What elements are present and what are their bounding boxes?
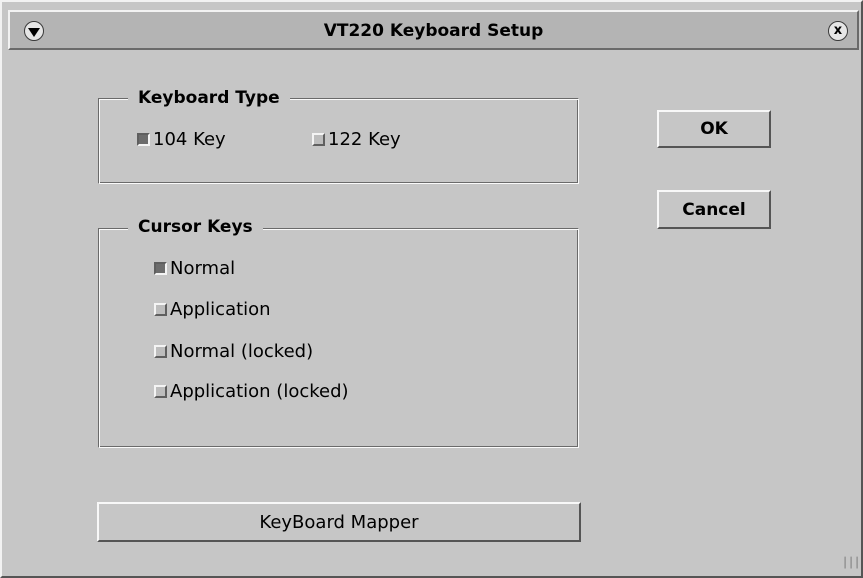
radio-122-key[interactable]: 122 Key (312, 129, 401, 150)
ok-button[interactable]: OK (657, 110, 771, 148)
option-indicator (154, 385, 167, 398)
cancel-button[interactable]: Cancel (657, 190, 771, 229)
option-indicator (154, 262, 167, 275)
dialog-window: VT220 Keyboard Setup x Keyboard Type 104… (0, 0, 863, 578)
title-bar[interactable]: VT220 Keyboard Setup x (8, 10, 859, 50)
window-title: VT220 Keyboard Setup (323, 21, 544, 41)
resize-grip[interactable]: │││ (842, 558, 860, 569)
option-label: 122 Key (328, 129, 401, 150)
option-indicator (312, 133, 325, 146)
option-label: Application (locked) (170, 381, 349, 402)
option-label: Application (170, 299, 271, 320)
close-x-icon: x (833, 23, 843, 38)
option-indicator (154, 345, 167, 358)
radio-104-key[interactable]: 104 Key (137, 129, 226, 150)
cursor-keys-label: Cursor Keys (128, 217, 263, 237)
radio-cursor-normal[interactable]: Normal (154, 258, 235, 279)
option-label: Normal (locked) (170, 341, 314, 362)
radio-cursor-application[interactable]: Application (154, 299, 271, 320)
close-button[interactable]: x (828, 21, 848, 41)
radio-cursor-normal-locked[interactable]: Normal (locked) (154, 341, 313, 362)
radio-cursor-application-locked[interactable]: Application (locked) (154, 381, 349, 402)
option-indicator (137, 133, 150, 146)
option-label: 104 Key (153, 129, 226, 150)
option-label: Normal (170, 258, 236, 279)
option-indicator (154, 303, 167, 316)
keyboard-type-label: Keyboard Type (128, 88, 290, 108)
keyboard-mapper-button[interactable]: KeyBoard Mapper (97, 502, 581, 542)
